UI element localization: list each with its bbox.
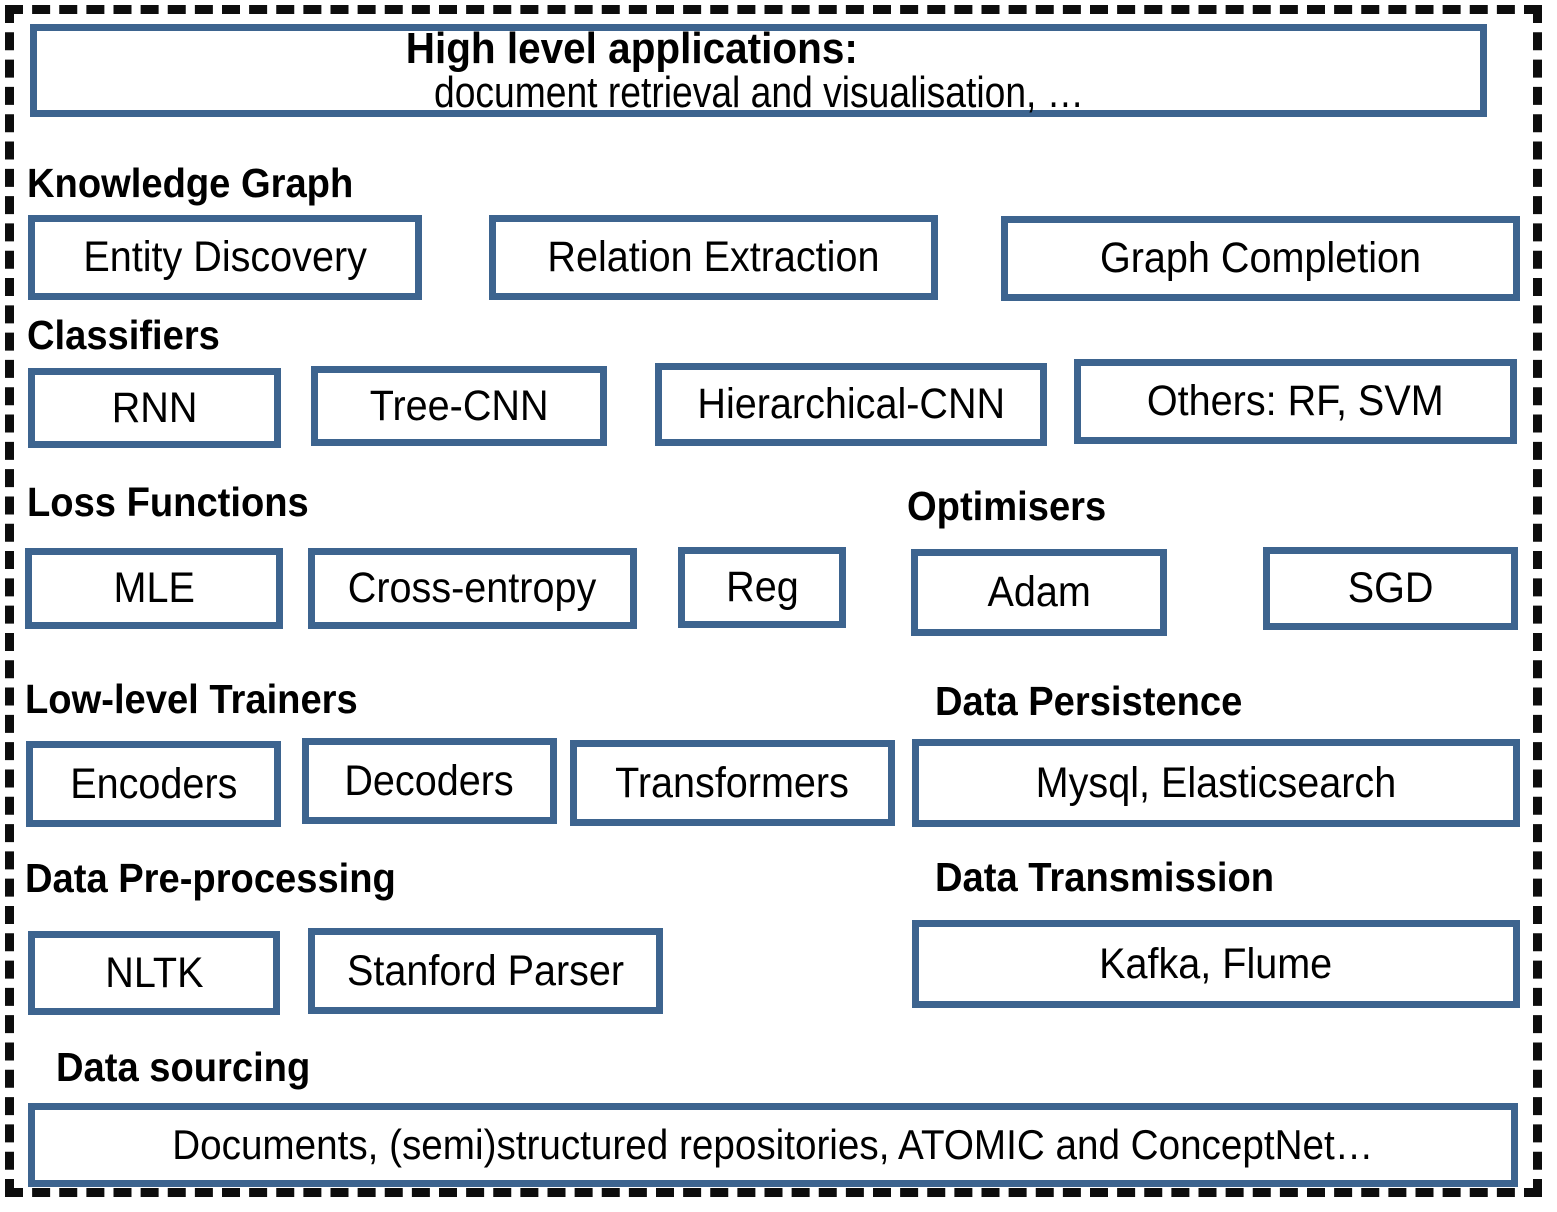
box-mle: MLE [25, 548, 283, 629]
box-cross-entropy: Cross-entropy [308, 548, 637, 629]
box-stanford-parser: Stanford Parser [308, 928, 663, 1014]
box-tree-cnn: Tree-CNN [311, 366, 607, 446]
box-mysql-elasticsearch: Mysql, Elasticsearch [912, 739, 1520, 827]
heading-data-pre-processing: Data Pre-processing [25, 855, 396, 901]
box-graph-completion: Graph Completion [1001, 216, 1520, 301]
box-data-sourcing-contents: Documents, (semi)structured repositories… [28, 1103, 1518, 1187]
heading-data-persistence: Data Persistence [935, 678, 1243, 724]
box-adam: Adam [911, 549, 1167, 636]
box-hierarchical-cnn: Hierarchical-CNN [655, 363, 1047, 446]
heading-loss-functions: Loss Functions [27, 479, 309, 525]
box-decoders: Decoders [302, 738, 557, 824]
heading-low-level-trainers: Low-level Trainers [25, 676, 358, 722]
box-nltk: NLTK [28, 931, 280, 1015]
box-relation-extraction: Relation Extraction [489, 215, 938, 300]
high-level-applications-bold-prefix: High level applications: [405, 23, 858, 73]
box-rnn: RNN [28, 368, 281, 448]
high-level-applications-label: High level applications: document retrie… [405, 23, 1112, 117]
box-entity-discovery: Entity Discovery [28, 215, 422, 300]
heading-knowledge-graph: Knowledge Graph [27, 160, 354, 206]
box-reg: Reg [678, 547, 846, 628]
box-sgd: SGD [1263, 547, 1518, 630]
box-transformers: Transformers [570, 740, 895, 826]
heading-optimisers: Optimisers [907, 483, 1107, 529]
box-kafka-flume: Kafka, Flume [912, 920, 1520, 1008]
box-others-rf-svm: Others: RF, SVM [1074, 359, 1517, 444]
heading-data-sourcing: Data sourcing [56, 1044, 311, 1090]
high-level-applications-rest: document retrieval and visualisation, … [433, 67, 1084, 117]
heading-data-transmission: Data Transmission [935, 854, 1275, 900]
high-level-applications-box: High level applications: document retrie… [30, 24, 1487, 117]
box-encoders: Encoders [26, 741, 281, 827]
heading-classifiers: Classifiers [27, 312, 220, 358]
architecture-diagram: High level applications: document retrie… [0, 0, 1557, 1212]
